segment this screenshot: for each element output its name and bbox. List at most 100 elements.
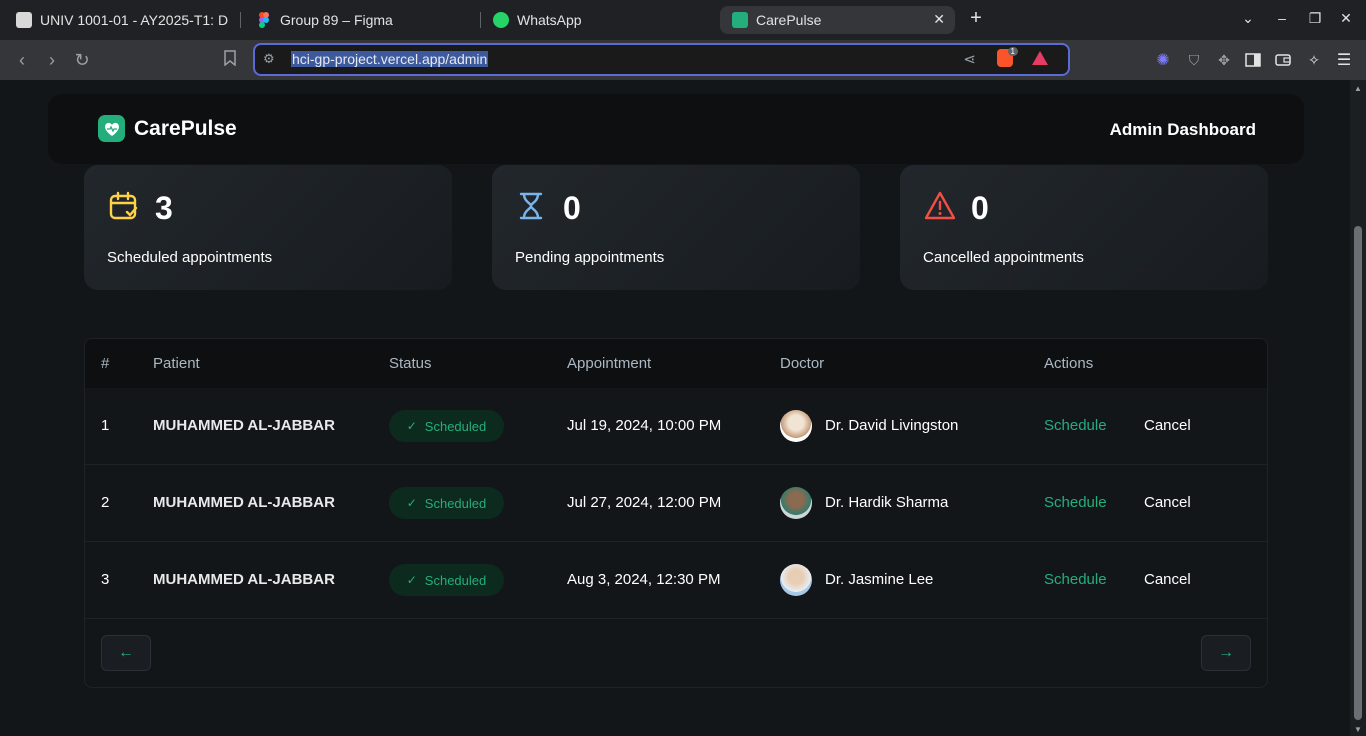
address-bar[interactable]: ⚙ hci-gp-project.vercel.app/admin ⋖ 1 bbox=[253, 43, 1070, 76]
cancel-button[interactable]: Cancel bbox=[1144, 571, 1191, 588]
tab-search-chevron-icon[interactable]: ⌄ bbox=[1238, 10, 1258, 27]
warning-triangle-icon bbox=[924, 190, 956, 222]
doctor-avatar bbox=[780, 487, 812, 519]
tab-univ[interactable]: UNIV 1001-01 - AY2025-T1: D bbox=[16, 6, 228, 34]
bookmark-icon[interactable] bbox=[218, 48, 242, 72]
status-text: Scheduled bbox=[424, 418, 487, 434]
stat-card-pending: 0 Pending appointments bbox=[492, 165, 860, 290]
status-badge: ✓ Scheduled bbox=[389, 564, 504, 596]
column-header-status: Status bbox=[389, 355, 432, 372]
cancel-button[interactable]: Cancel bbox=[1144, 417, 1191, 434]
table-header: # Patient Status Appointment Doctor Acti… bbox=[85, 339, 1267, 388]
table-row: 3 MUHAMMED AL-JABBAR ✓ Scheduled Aug 3, 2… bbox=[85, 542, 1267, 619]
university-favicon-icon bbox=[16, 12, 32, 28]
sidebar-icon[interactable] bbox=[1243, 50, 1263, 70]
wallet-icon[interactable] bbox=[1273, 50, 1293, 70]
column-header-number: # bbox=[101, 355, 110, 372]
new-tab-button[interactable]: + bbox=[966, 7, 986, 30]
close-window-icon[interactable]: ✕ bbox=[1336, 10, 1356, 27]
check-icon: ✓ bbox=[406, 419, 417, 433]
check-icon: ✓ bbox=[406, 496, 417, 510]
arrow-left-icon: ← bbox=[118, 644, 134, 661]
row-number: 1 bbox=[101, 417, 110, 434]
maximize-icon[interactable]: ❐ bbox=[1305, 10, 1325, 27]
minimize-icon[interactable]: – bbox=[1272, 10, 1292, 26]
logo[interactable]: CarePulse bbox=[98, 115, 237, 142]
page-title: Admin Dashboard bbox=[1109, 120, 1256, 139]
url-text[interactable]: hci-gp-project.vercel.app/admin bbox=[291, 51, 489, 67]
previous-page-button[interactable]: ← bbox=[101, 635, 151, 671]
appointments-table: # Patient Status Appointment Doctor Acti… bbox=[84, 338, 1268, 688]
share-icon[interactable]: ⋖ bbox=[963, 50, 976, 68]
close-tab-icon[interactable]: ✕ bbox=[933, 11, 945, 28]
column-header-actions: Actions bbox=[1044, 355, 1094, 372]
cancel-button[interactable]: Cancel bbox=[1144, 494, 1191, 511]
stat-card-scheduled: 3 Scheduled appointments bbox=[84, 165, 452, 290]
app-header: CarePulse Admin Dashboard bbox=[48, 94, 1304, 164]
reload-icon[interactable]: ↻ bbox=[70, 48, 94, 72]
menu-icon[interactable]: ☰ bbox=[1334, 50, 1354, 70]
brave-rewards-icon[interactable] bbox=[1032, 51, 1048, 65]
column-header-doctor: Doctor bbox=[780, 355, 825, 372]
extension-puzzle-blue-icon[interactable]: ✺ bbox=[1153, 50, 1173, 70]
status-text: Scheduled bbox=[424, 572, 487, 588]
forward-icon[interactable]: › bbox=[40, 48, 64, 72]
pending-count: 0 bbox=[563, 190, 581, 226]
table-row: 1 MUHAMMED AL-JABBAR ✓ Scheduled Jul 19, … bbox=[85, 388, 1267, 465]
patient-name: MUHAMMED AL-JABBAR bbox=[153, 494, 335, 511]
doctor-avatar bbox=[780, 564, 812, 596]
column-header-patient: Patient bbox=[153, 355, 200, 372]
browser-tab-bar: UNIV 1001-01 - AY2025-T1: D Group 89 – F… bbox=[0, 0, 1366, 40]
page-content: CarePulse Admin Dashboard 3 Scheduled ap… bbox=[0, 80, 1350, 736]
scheduled-count: 3 bbox=[155, 190, 173, 226]
schedule-button[interactable]: Schedule bbox=[1044, 494, 1107, 511]
patient-name: MUHAMMED AL-JABBAR bbox=[153, 417, 335, 434]
tab-label: WhatsApp bbox=[517, 12, 582, 28]
appointment-date: Jul 27, 2024, 12:00 PM bbox=[567, 494, 722, 511]
tab-whatsapp[interactable]: WhatsApp bbox=[493, 6, 582, 34]
scrollbar-thumb[interactable] bbox=[1354, 226, 1362, 720]
site-settings-icon[interactable]: ⚙ bbox=[263, 51, 275, 67]
status-badge: ✓ Scheduled bbox=[389, 487, 504, 519]
schedule-button[interactable]: Schedule bbox=[1044, 417, 1107, 434]
tab-divider bbox=[480, 12, 481, 28]
tab-divider bbox=[240, 12, 241, 28]
schedule-button[interactable]: Schedule bbox=[1044, 571, 1107, 588]
tab-label: Group 89 – Figma bbox=[280, 12, 393, 28]
tab-label: UNIV 1001-01 - AY2025-T1: D bbox=[40, 12, 229, 28]
scroll-up-icon[interactable]: ▲ bbox=[1354, 84, 1362, 93]
back-icon[interactable]: ‹ bbox=[10, 48, 34, 72]
doctor-name: Dr. Hardik Sharma bbox=[825, 494, 949, 511]
doctor-name: Dr. David Livingston bbox=[825, 417, 959, 434]
cancelled-count: 0 bbox=[971, 190, 989, 226]
doctor-name: Dr. Jasmine Lee bbox=[825, 571, 934, 588]
leo-ai-icon[interactable]: ✧ bbox=[1304, 50, 1324, 70]
extensions-icon[interactable]: ✥ bbox=[1214, 50, 1234, 70]
whatsapp-icon bbox=[493, 12, 509, 28]
scheduled-label: Scheduled appointments bbox=[107, 249, 273, 266]
carepulse-logo-icon bbox=[98, 115, 125, 142]
hourglass-icon bbox=[516, 190, 548, 222]
arrow-right-icon: → bbox=[1218, 644, 1234, 661]
column-header-appointment: Appointment bbox=[567, 355, 652, 372]
patient-name: MUHAMMED AL-JABBAR bbox=[153, 571, 335, 588]
row-number: 2 bbox=[101, 494, 110, 511]
carepulse-favicon-icon bbox=[732, 12, 748, 28]
scroll-down-icon[interactable]: ▼ bbox=[1354, 725, 1362, 734]
tab-carepulse[interactable]: CarePulse ✕ bbox=[720, 6, 955, 34]
check-icon: ✓ bbox=[406, 573, 417, 587]
tab-figma[interactable]: Group 89 – Figma bbox=[256, 6, 393, 34]
appointment-date: Aug 3, 2024, 12:30 PM bbox=[567, 571, 721, 588]
doctor-avatar bbox=[780, 410, 812, 442]
tab-label: CarePulse bbox=[756, 12, 822, 28]
brave-badge: 1 bbox=[1007, 47, 1018, 56]
vpn-shield-icon[interactable]: ⛉ bbox=[1184, 50, 1204, 70]
pending-label: Pending appointments bbox=[515, 249, 665, 266]
page-scrollbar[interactable]: ▲ ▼ bbox=[1350, 80, 1366, 736]
figma-icon bbox=[256, 12, 272, 28]
status-text: Scheduled bbox=[424, 495, 487, 511]
calendar-check-icon bbox=[108, 190, 140, 222]
cancelled-label: Cancelled appointments bbox=[923, 249, 1084, 266]
row-number: 3 bbox=[101, 571, 110, 588]
next-page-button[interactable]: → bbox=[1201, 635, 1251, 671]
